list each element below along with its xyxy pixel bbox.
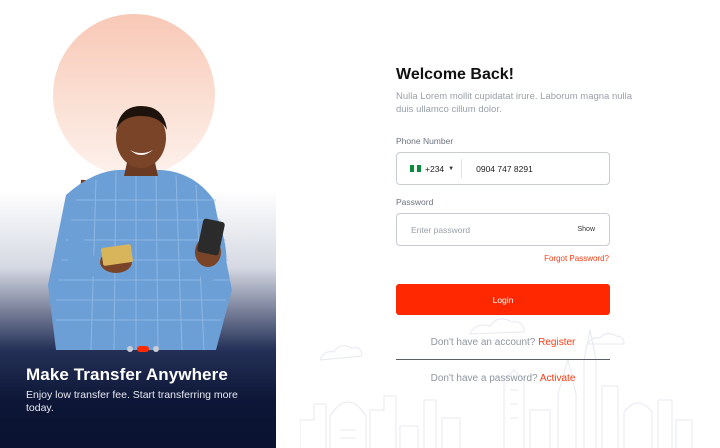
hero-panel: Make Transfer Anywhere Enjoy low transfe… xyxy=(0,0,276,448)
phone-number-input[interactable] xyxy=(462,163,583,174)
carousel-dot[interactable] xyxy=(153,346,159,352)
country-code: +234 xyxy=(425,163,445,174)
hero-title: Make Transfer Anywhere xyxy=(26,365,228,384)
hero-subtitle: Enjoy low transfer fee. Start transferri… xyxy=(26,389,238,414)
carousel-dot[interactable] xyxy=(127,346,133,352)
login-button[interactable]: Login xyxy=(396,284,610,315)
page-title: Welcome Back! xyxy=(396,66,514,83)
password-label: Password xyxy=(396,197,434,207)
activate-prompt-text: Don't have a password? xyxy=(430,373,538,384)
caret-down-icon: ▼ xyxy=(448,165,455,172)
carousel-indicator xyxy=(127,345,159,353)
register-link[interactable]: Register xyxy=(538,337,575,348)
smiling-man-with-phone-image xyxy=(48,106,232,350)
register-prompt-text: Don't have an account? xyxy=(430,337,536,348)
nigeria-flag-icon xyxy=(410,165,422,172)
carousel-dot-active[interactable] xyxy=(137,346,149,352)
phone-number-field: +234 ▼ xyxy=(396,152,610,185)
register-prompt: Don't have an account? Register xyxy=(396,337,610,348)
show-password-button[interactable]: Show xyxy=(577,226,595,233)
forgot-password-link[interactable]: Forgot Password? xyxy=(544,254,609,263)
page-subtitle: Nulla Lorem mollit cupidatat irure. Labo… xyxy=(396,91,633,115)
divider xyxy=(396,359,610,360)
activate-link[interactable]: Activate xyxy=(540,373,576,384)
password-input[interactable] xyxy=(397,224,578,235)
activate-prompt: Don't have a password? Activate xyxy=(396,373,610,384)
password-field: Show xyxy=(396,213,610,246)
phone-number-label: Phone Number xyxy=(396,136,454,146)
country-code-selector[interactable]: +234 ▼ xyxy=(397,159,463,178)
